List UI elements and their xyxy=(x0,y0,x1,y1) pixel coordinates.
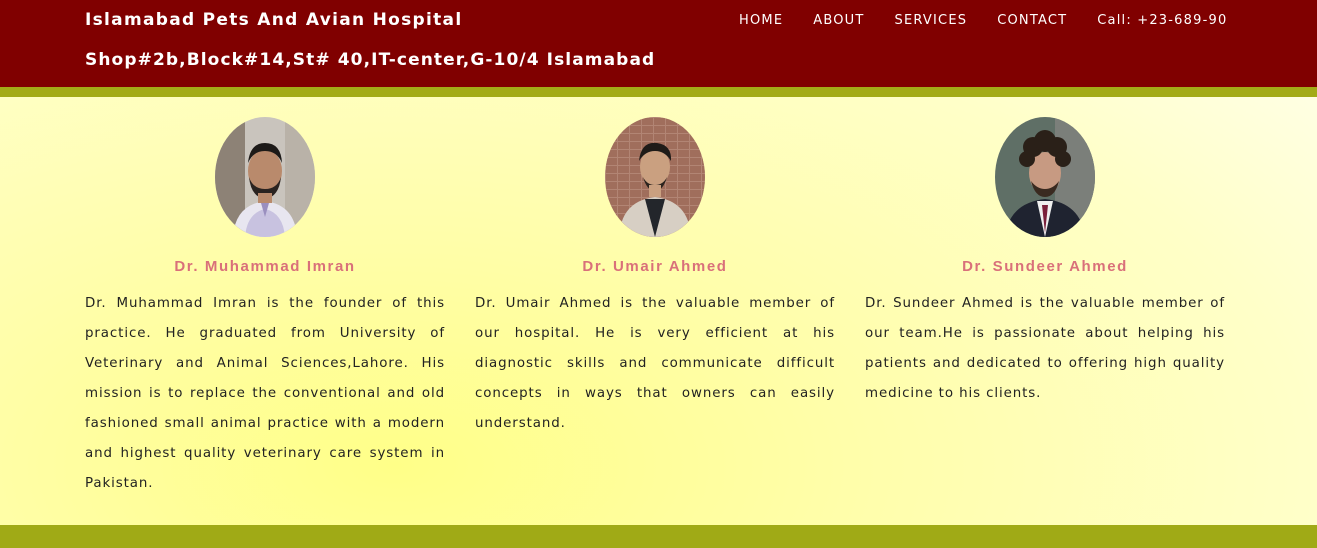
nav-home-link[interactable]: HOME xyxy=(739,13,783,28)
doctor-photo xyxy=(215,117,315,237)
doctor-card: Dr. Muhammad Imran Dr. Muhammad Imran is… xyxy=(85,117,445,499)
doctor-name: Dr. Umair Ahmed xyxy=(582,258,728,275)
doctor-name: Dr. Muhammad Imran xyxy=(174,258,356,275)
doctor-name: Dr. Sundeer Ahmed xyxy=(962,258,1128,275)
doctor-bio: Dr. Umair Ahmed is the valuable member o… xyxy=(475,296,835,431)
site-address: Shop#2b,Block#14,St# 40,IT-center,G-10/4… xyxy=(85,50,656,70)
site-header: Islamabad Pets And Avian Hospital Shop#2… xyxy=(0,0,1317,87)
doctor-card: Dr. Sundeer Ahmed Dr. Sundeer Ahmed is t… xyxy=(865,117,1225,409)
doctor-card: Dr. Umair Ahmed Dr. Umair Ahmed is the v… xyxy=(475,117,835,439)
nav-about-link[interactable]: ABOUT xyxy=(813,13,864,28)
doctor-bio: Dr. Muhammad Imran is the founder of thi… xyxy=(85,296,445,491)
nav-call-link[interactable]: Call: +23-689-90 xyxy=(1097,13,1227,28)
doctor-photo xyxy=(995,117,1095,237)
doctor-bio: Dr. Sundeer Ahmed is the valuable member… xyxy=(865,296,1225,401)
nav-contact-link[interactable]: CONTACT xyxy=(997,13,1067,28)
nav-services-link[interactable]: SERVICES xyxy=(895,13,968,28)
header-accent-stripe xyxy=(0,87,1317,97)
doctor-photo xyxy=(605,117,705,237)
main-nav: HOME ABOUT SERVICES CONTACT Call: +23-68… xyxy=(739,13,1227,28)
site-title: Islamabad Pets And Avian Hospital xyxy=(85,10,463,30)
footer-accent-stripe xyxy=(0,525,1317,548)
